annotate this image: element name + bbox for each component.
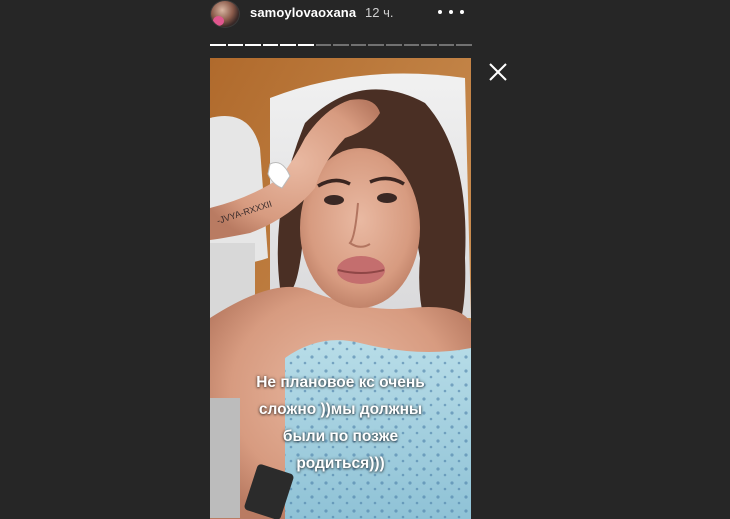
timestamp: 12 ч. bbox=[365, 5, 394, 20]
progress-segment bbox=[385, 44, 402, 46]
avatar[interactable] bbox=[210, 0, 240, 28]
caption-line: Не плановое кс очень bbox=[256, 374, 425, 391]
progress-segment bbox=[333, 44, 349, 46]
story-progress-bar bbox=[210, 44, 472, 46]
more-horizontal-icon bbox=[449, 10, 453, 14]
progress-segment bbox=[438, 44, 455, 46]
caption-line: сложно ))мы должны bbox=[258, 401, 423, 418]
progress-segment bbox=[456, 44, 472, 46]
progress-segment bbox=[350, 44, 367, 46]
close-icon bbox=[489, 63, 507, 81]
progress-segment bbox=[210, 44, 226, 46]
progress-segment bbox=[245, 44, 261, 46]
progress-segment bbox=[227, 44, 244, 46]
story-header: samoylovaoxana 12 ч. bbox=[210, 0, 472, 30]
progress-segment bbox=[368, 44, 384, 46]
close-button[interactable] bbox=[487, 61, 509, 83]
more-horizontal-icon bbox=[438, 10, 442, 14]
caption-line: родиться))) bbox=[296, 455, 385, 472]
story-media[interactable]: -JVYA-RXXXII Не плановое кс очень сложно… bbox=[210, 58, 471, 519]
more-options-button[interactable] bbox=[438, 4, 464, 20]
avatar-accent bbox=[213, 16, 224, 26]
progress-segment bbox=[297, 44, 314, 46]
caption-line: были по позже bbox=[282, 428, 399, 445]
progress-segment bbox=[262, 44, 279, 46]
more-horizontal-icon bbox=[460, 10, 464, 14]
progress-segment bbox=[421, 44, 437, 46]
story-caption: Не плановое кс очень сложно ))мы должны … bbox=[210, 369, 471, 477]
progress-segment bbox=[315, 44, 332, 46]
story-viewer: samoylovaoxana 12 ч. -JVYA-RXXXII Не пла… bbox=[0, 0, 730, 519]
progress-segment bbox=[403, 44, 420, 46]
username-link[interactable]: samoylovaoxana bbox=[250, 5, 356, 20]
progress-segment bbox=[280, 44, 296, 46]
